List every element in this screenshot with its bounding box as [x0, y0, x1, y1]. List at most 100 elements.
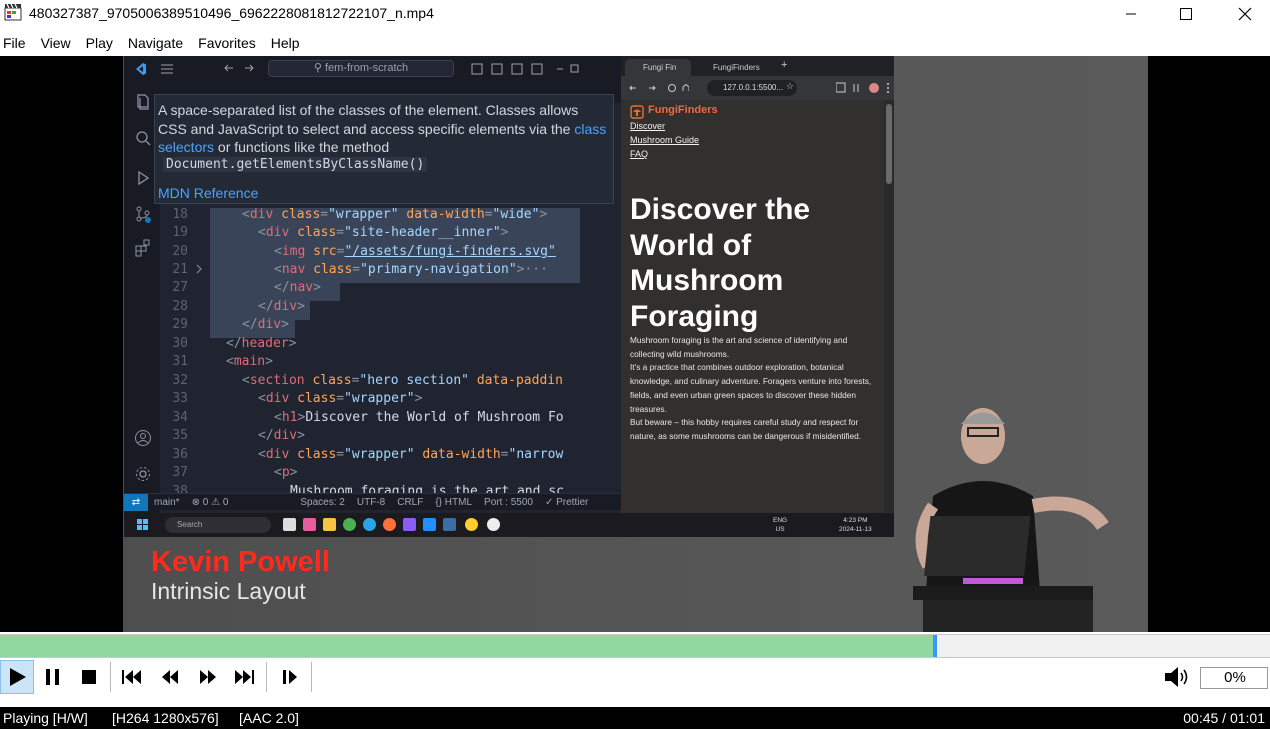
- audio-codec-info: [AAC 2.0]: [239, 710, 299, 726]
- tooltip-text: or functions like the method: [214, 139, 390, 155]
- nav-buttons-icon: [629, 83, 689, 92]
- browser-tab-strip: Fungi Fin FungiFinders +: [621, 56, 894, 76]
- maximize-button[interactable]: [1163, 0, 1209, 28]
- menu-help[interactable]: Help: [268, 30, 303, 56]
- browser-toolbar: 127.0.0.1:5500... ☆: [621, 76, 894, 100]
- line-number: 34: [172, 410, 188, 425]
- hero-paragraph: But beware – this hobby requires careful…: [630, 417, 862, 441]
- line-number: 37: [172, 465, 188, 480]
- code-line-34: <h1>Discover the World of Mushroom Fo: [274, 410, 564, 425]
- menu-favorites[interactable]: Favorites: [195, 30, 259, 56]
- taskbar-app-icon: [465, 518, 478, 531]
- presenter-name: Kevin Powell: [151, 546, 330, 578]
- line-number: 29: [172, 317, 188, 332]
- seek-progress: [0, 635, 935, 657]
- previous-button[interactable]: [115, 660, 149, 694]
- vscode-window: ⚲ fem-from-scratch 18 19 20 21 27 28 29 …: [124, 56, 646, 537]
- minimize-icon: [1126, 13, 1136, 15]
- presenter-figure: [913, 408, 1109, 632]
- nav-link-discover: Discover: [630, 121, 666, 131]
- speaker-volume-icon: [1165, 667, 1188, 687]
- mdn-reference-link[interactable]: MDN Reference: [158, 185, 258, 201]
- brand-name: FungiFinders: [648, 104, 718, 116]
- problems-count: ⊗ 0 ⚠ 0: [191, 496, 229, 508]
- separator: [311, 662, 312, 692]
- line-number: 27: [172, 280, 188, 295]
- git-branch: main*: [154, 496, 180, 508]
- code-line-28: </div>: [258, 299, 305, 314]
- file-encoding: UTF-8: [356, 496, 386, 508]
- close-icon: [1238, 7, 1252, 21]
- mushroom-logo-icon: [630, 105, 644, 119]
- pause-icon: [46, 669, 59, 685]
- frame-step-button[interactable]: [273, 660, 307, 694]
- code-line-32: <section class="hero section" data-paddi…: [242, 373, 563, 388]
- line-endings: CRLF: [397, 496, 424, 508]
- playback-controls: 0%: [0, 658, 1270, 698]
- play-icon: [10, 668, 26, 686]
- taskbar-search-text: Search: [177, 520, 203, 529]
- code-line-35: </div>: [258, 428, 305, 443]
- account-icon: [135, 430, 151, 446]
- search-icon: [136, 131, 151, 146]
- rewind-button[interactable]: [153, 660, 187, 694]
- talk-title: Intrinsic Layout: [151, 578, 306, 604]
- line-number: 33: [172, 391, 188, 406]
- close-button[interactable]: [1222, 0, 1268, 28]
- maximize-icon: [1180, 8, 1192, 20]
- taskbar-app-icon: [383, 518, 396, 531]
- webpage: FungiFinders Discover Mushroom Guide FAQ…: [621, 100, 884, 537]
- seek-handle[interactable]: [932, 635, 937, 657]
- next-button[interactable]: [227, 660, 261, 694]
- video-frame: ⚲ fem-from-scratch 18 19 20 21 27 28 29 …: [123, 56, 1148, 632]
- tooltip-description: A space-separated list of the classes of…: [158, 101, 608, 157]
- fast-forward-icon: [200, 670, 216, 684]
- menu-view[interactable]: View: [38, 30, 74, 56]
- scrollbar-thumb: [886, 104, 892, 184]
- line-number: 36: [172, 447, 188, 462]
- stop-icon: [82, 670, 96, 684]
- mute-button[interactable]: [1160, 660, 1194, 694]
- menu-navigate[interactable]: Navigate: [125, 30, 186, 56]
- taskbar-app-icon: [443, 518, 456, 531]
- taskbar-app-icon: [423, 518, 436, 531]
- nav-link-mushroom-guide: Mushroom Guide: [630, 135, 700, 145]
- fast-forward-button[interactable]: [191, 660, 225, 694]
- menu-file[interactable]: File: [0, 30, 29, 56]
- rewind-icon: [162, 670, 178, 684]
- code-line-30: </header>: [226, 336, 297, 351]
- code-line-31: <main>: [226, 354, 273, 369]
- seek-bar[interactable]: [0, 634, 1270, 658]
- menu-play[interactable]: Play: [83, 30, 116, 56]
- browser-tab-active: Fungi Fin: [625, 59, 691, 76]
- video-area[interactable]: ⚲ fem-from-scratch 18 19 20 21 27 28 29 …: [0, 56, 1270, 632]
- volume-slider[interactable]: 0%: [1200, 667, 1268, 689]
- address-bar: 127.0.0.1:5500...: [707, 80, 797, 96]
- browser-tab: FungiFinders: [695, 59, 761, 76]
- taskbar-app-icon: [323, 518, 336, 531]
- video-codec-info: [H264 1280x576]: [112, 710, 219, 726]
- tooltip-text: A space-separated list of the classes of…: [158, 102, 579, 137]
- minimize-button[interactable]: [1108, 0, 1154, 28]
- time-display: 00:45 / 01:01: [1183, 710, 1265, 726]
- prettier-status: ✓ Prettier: [544, 496, 589, 508]
- stop-button[interactable]: [72, 660, 106, 694]
- layout-controls-icon: [471, 63, 579, 75]
- play-button[interactable]: [0, 660, 34, 694]
- code-line-19: <div class="site-header__inner">: [258, 225, 509, 240]
- live-server-port: Port : 5500: [484, 496, 533, 508]
- menu-bar: File View Play Navigate Favorites Help: [0, 30, 312, 56]
- taskbar-app-icon: [487, 518, 500, 531]
- back-arrow-icon: [224, 64, 233, 72]
- taskbar-app-icon: [363, 518, 376, 531]
- hero-body: Mushroom foraging is the art and science…: [630, 334, 880, 444]
- pause-button[interactable]: [36, 660, 70, 694]
- nav-link-faq: FAQ: [630, 149, 649, 159]
- url-text: 127.0.0.1:5500...: [723, 83, 784, 92]
- skip-previous-icon: [122, 670, 141, 684]
- input-language: ENG US: [773, 516, 787, 534]
- taskbar-app-icon: [343, 518, 356, 531]
- run-debug-icon: [138, 170, 150, 186]
- language-mode: {} HTML: [435, 496, 473, 508]
- tooltip-period: .: [418, 157, 422, 173]
